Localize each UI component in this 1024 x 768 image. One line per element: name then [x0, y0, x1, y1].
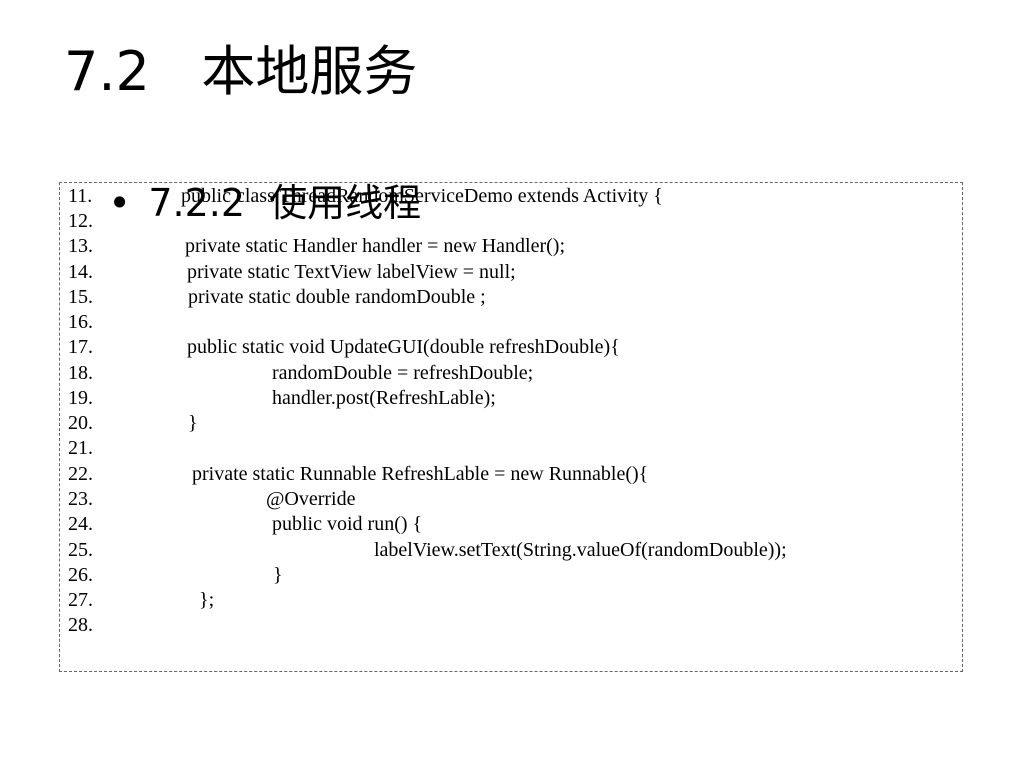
line-number: 24. — [68, 513, 93, 535]
line-number: 28. — [68, 614, 93, 636]
line-number: 12. — [68, 210, 93, 232]
code-line: 11. public class ThreadRandomServiceDemo… — [68, 184, 663, 209]
code-line: 26. } — [68, 563, 283, 588]
code-line: 27. }; — [68, 588, 214, 613]
code-text: private static double randomDouble ; — [188, 286, 486, 308]
code-text: @Override — [266, 488, 356, 510]
code-text: }; — [199, 589, 215, 611]
slide-title: 7.2 本地服务 — [64, 40, 418, 103]
line-number: 27. — [68, 589, 93, 611]
code-line: 15. private static double randomDouble ; — [68, 285, 486, 310]
code-text: public void run() { — [272, 513, 423, 535]
code-line: 22. private static Runnable RefreshLable… — [68, 462, 648, 487]
line-number: 25. — [68, 539, 93, 561]
code-line: 16. — [68, 310, 98, 335]
code-line: 21. — [68, 436, 98, 461]
line-number: 15. — [68, 286, 93, 308]
line-number: 13. — [68, 235, 93, 257]
slide: 7.2 本地服务 • 7.2.2 使用线程 11. public class Th… — [0, 0, 1024, 768]
code-text: private static Handler handler = new Han… — [185, 235, 566, 257]
line-number: 17. — [68, 336, 93, 358]
code-line: 24. public void run() { — [68, 512, 422, 537]
code-line: 17. public static void UpdateGUI(double … — [68, 335, 620, 360]
line-number: 19. — [68, 387, 93, 409]
code-text: } — [188, 412, 198, 434]
code-line: 14. private static TextView labelView = … — [68, 260, 516, 285]
code-line: 20. } — [68, 411, 198, 436]
line-number: 22. — [68, 463, 93, 485]
code-line: 18. randomDouble = refreshDouble; — [68, 361, 533, 386]
line-number: 21. — [68, 437, 93, 459]
line-number: 23. — [68, 488, 93, 510]
code-line: 12. — [68, 209, 98, 234]
code-line: 23. @Override — [68, 487, 356, 512]
code-text: private static Runnable RefreshLable = n… — [192, 463, 649, 485]
code-text: public class ThreadRandomServiceDemo ext… — [181, 185, 663, 207]
code-text: labelView.setText(String.valueOf(randomD… — [374, 539, 787, 561]
code-line: 25. labelView.setText(String.valueOf(ran… — [68, 538, 787, 563]
line-number: 20. — [68, 412, 93, 434]
code-text: randomDouble = refreshDouble; — [272, 362, 534, 384]
line-number: 11. — [68, 185, 93, 207]
line-number: 14. — [68, 261, 93, 283]
line-number: 16. — [68, 311, 93, 333]
line-number: 26. — [68, 564, 93, 586]
code-text: private static TextView labelView = null… — [187, 261, 516, 283]
code-line: 13. private static Handler handler = new… — [68, 234, 565, 259]
code-block: 11. public class ThreadRandomServiceDemo… — [59, 182, 963, 672]
code-text: } — [273, 564, 283, 586]
code-text: handler.post(RefreshLable); — [272, 387, 496, 409]
code-line: 19. handler.post(RefreshLable); — [68, 386, 496, 411]
line-number: 18. — [68, 362, 93, 384]
code-line: 28. — [68, 613, 98, 638]
code-text: public static void UpdateGUI(double refr… — [187, 336, 620, 358]
